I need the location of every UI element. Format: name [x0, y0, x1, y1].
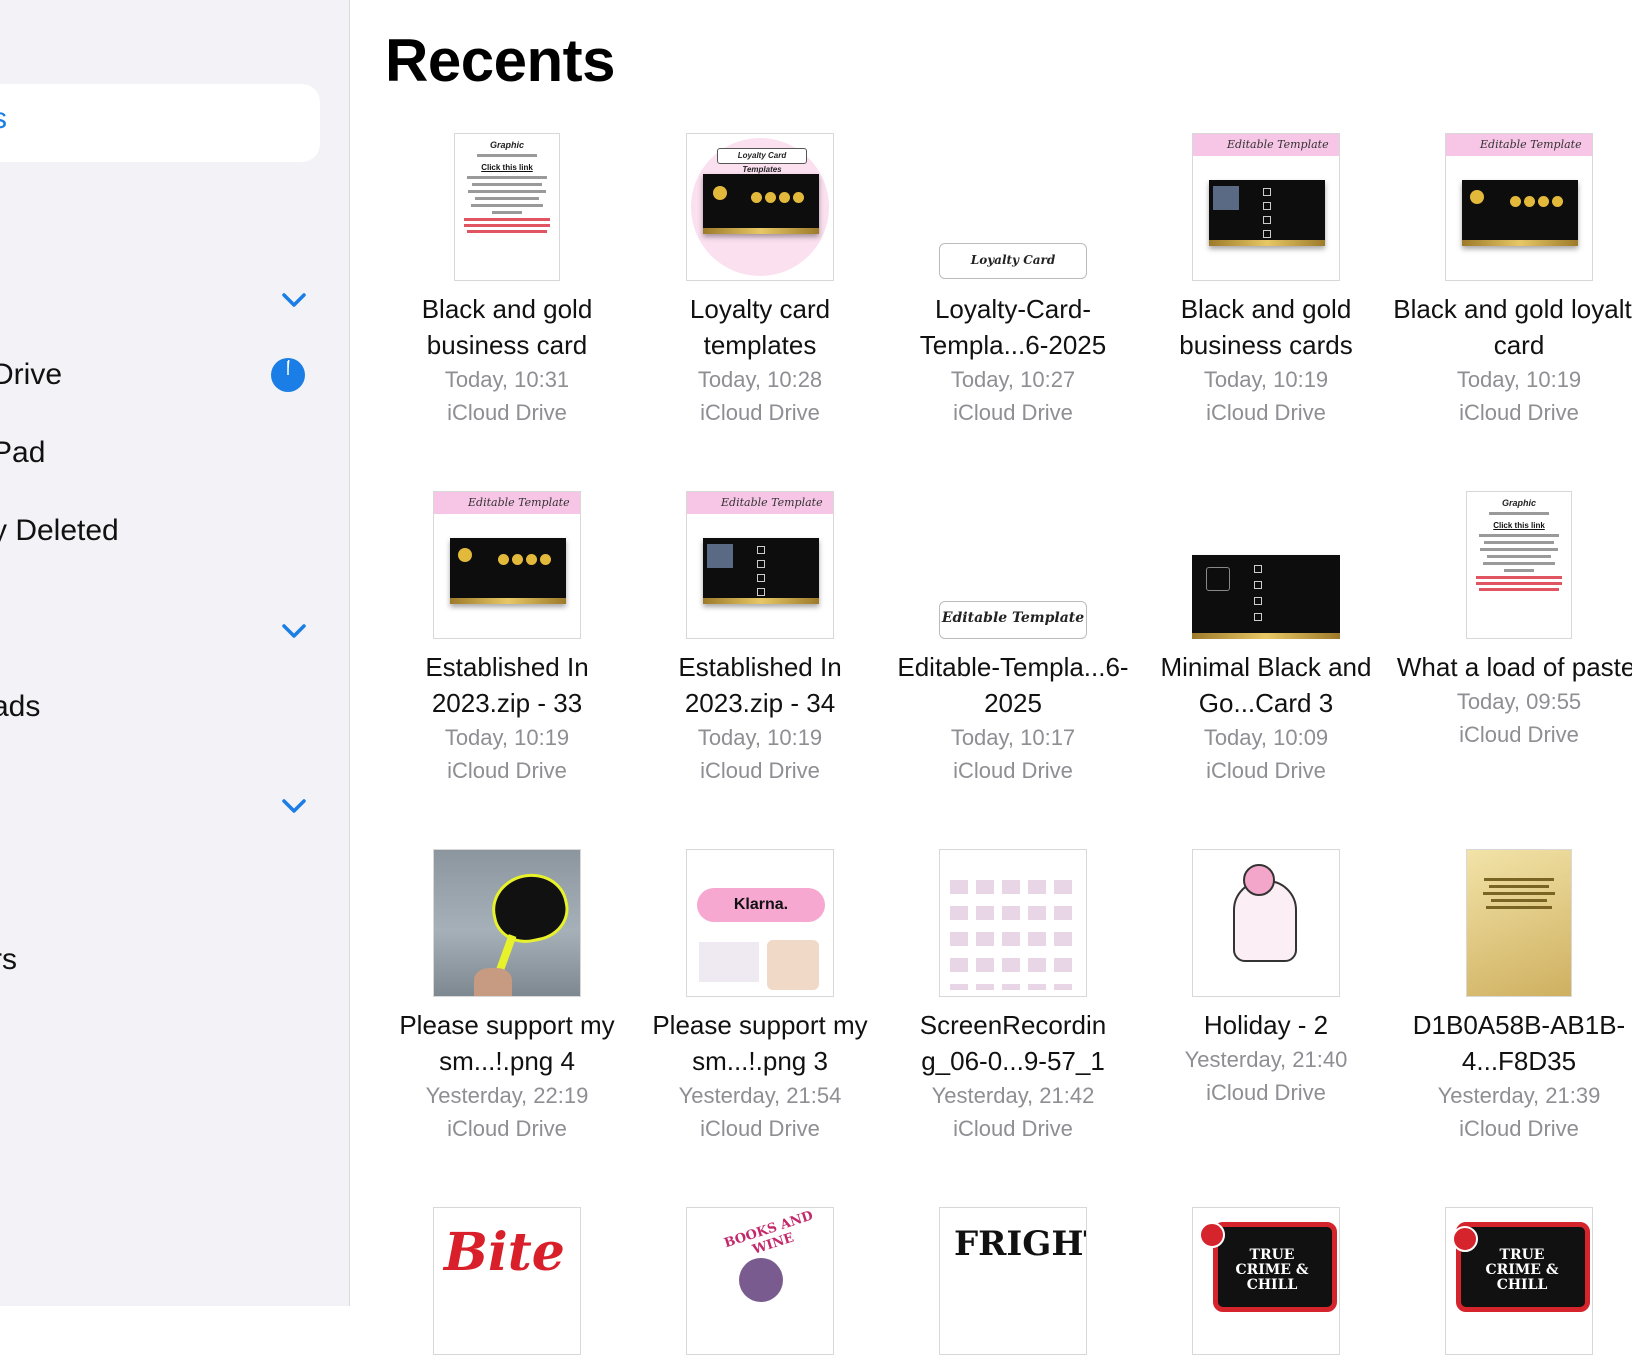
file-date: Today, 10:17: [950, 725, 1076, 750]
file-thumbnail: Graphic Click this link: [1466, 491, 1572, 639]
file-date: Today, 10:19: [444, 725, 570, 750]
file-tile[interactable]: Bite: [377, 1207, 637, 1355]
file-name: Black and gold business card: [421, 294, 593, 360]
file-tile[interactable]: Editable Template Editable-Templa...6-20…: [883, 491, 1143, 787]
file-name: D1B0A58B-AB1B-4...F8D35: [1412, 1010, 1626, 1076]
file-thumbnail: Editable Template: [939, 491, 1087, 639]
file-date: Yesterday, 21:42: [931, 1083, 1095, 1108]
file-location: iCloud Drive: [700, 1116, 820, 1141]
file-name: Please support my sm...!.png 3: [652, 1010, 868, 1076]
file-name: Black and gold business cards: [1179, 294, 1353, 360]
file-date: Today, 10:19: [697, 725, 823, 750]
file-thumbnail: Loyalty Card Templates: [939, 133, 1087, 281]
file-date: Today, 10:31: [444, 367, 570, 392]
file-tile[interactable]: Please support my sm...!.png 4 Yesterday…: [377, 849, 637, 1145]
file-thumbnail: Editable Template: [1445, 133, 1593, 281]
file-name: Editable-Templa...6-2025: [897, 652, 1129, 718]
file-name: Minimal Black and Go...Card 3: [1160, 652, 1372, 718]
file-name: Please support my sm...!.png 4: [399, 1010, 615, 1076]
file-date: Yesterday, 21:54: [678, 1083, 842, 1108]
file-tile[interactable]: Editable Template Established In 2023.zi…: [630, 491, 890, 787]
file-date: Yesterday, 21:40: [1184, 1047, 1348, 1072]
file-tile[interactable]: Loyalty Card Templates Loyalty card temp…: [630, 133, 890, 429]
file-tile[interactable]: D1B0A58B-AB1B-4...F8D35 Yesterday, 21:39…: [1389, 849, 1632, 1145]
sync-progress-icon: [270, 357, 306, 393]
file-thumbnail: [939, 849, 1087, 997]
file-name: Loyalty-Card-Templa...6-2025: [919, 294, 1107, 360]
file-location: iCloud Drive: [953, 1116, 1073, 1141]
sidebar-item-tags[interactable]: rs: [0, 943, 17, 977]
file-date: Today, 10:28: [697, 367, 823, 392]
file-location: iCloud Drive: [1459, 722, 1579, 747]
file-tile[interactable]: Klarna. Please support my sm...!.png 3 Y…: [630, 849, 890, 1145]
file-tile[interactable]: TRUE CRIME & CHILL: [1389, 1207, 1632, 1355]
file-name: Established In 2023.zip - 34: [678, 652, 842, 718]
chevron-down-icon[interactable]: [281, 621, 307, 641]
file-date: Today, 10:09: [1203, 725, 1329, 750]
page-title: Recents: [385, 27, 615, 94]
file-location: iCloud Drive: [700, 758, 820, 783]
file-thumbnail: [433, 849, 581, 997]
file-location: iCloud Drive: [1459, 1116, 1579, 1141]
file-name: Established In 2023.zip - 33: [425, 652, 589, 718]
file-tile[interactable]: Holiday - 2 Yesterday, 21:40 iCloud Driv…: [1136, 849, 1396, 1109]
file-thumbnail: Editable Template: [433, 491, 581, 639]
file-location: iCloud Drive: [953, 400, 1073, 425]
file-date: Today, 10:19: [1456, 367, 1582, 392]
file-name: Holiday - 2: [1203, 1010, 1329, 1040]
sidebar-item-recently-deleted[interactable]: y Deleted: [0, 514, 119, 548]
file-thumbnail: Bite: [433, 1207, 581, 1355]
file-tile[interactable]: Graphic Click this link Black and gold b…: [377, 133, 637, 429]
file-location: iCloud Drive: [447, 400, 567, 425]
file-date: Today, 10:19: [1203, 367, 1329, 392]
file-location: iCloud Drive: [1206, 400, 1326, 425]
file-date: Yesterday, 21:39: [1437, 1083, 1601, 1108]
file-thumbnail: TRUE CRIME & CHILL: [1445, 1207, 1593, 1355]
file-thumbnail: [1192, 491, 1340, 639]
file-location: iCloud Drive: [1206, 758, 1326, 783]
file-tile[interactable]: ScreenRecordin g_06-0...9-57_1 Yesterday…: [883, 849, 1143, 1145]
file-location: iCloud Drive: [700, 400, 820, 425]
file-tile[interactable]: TRUE CRIME & CHILL: [1136, 1207, 1396, 1355]
file-tile[interactable]: Minimal Black and Go...Card 3 Today, 10:…: [1136, 491, 1396, 787]
file-tile[interactable]: Editable Template Black and gold loyalty…: [1389, 133, 1632, 429]
sidebar-item-downloads[interactable]: ads: [0, 690, 40, 724]
sidebar-item-on-my-ipad[interactable]: Pad: [0, 436, 45, 470]
file-location: iCloud Drive: [447, 758, 567, 783]
file-tile[interactable]: Graphic Click this link What a load of p…: [1389, 491, 1632, 751]
file-tile[interactable]: FRIGHT: [883, 1207, 1143, 1355]
file-name: Loyalty card templates: [689, 294, 831, 360]
file-location: iCloud Drive: [1206, 1080, 1326, 1105]
file-thumbnail: TRUE CRIME & CHILL: [1192, 1207, 1340, 1355]
sidebar: s Drive Pad y Deleted ads rs: [0, 0, 350, 1306]
file-location: iCloud Drive: [1459, 400, 1579, 425]
file-thumbnail: Graphic Click this link: [454, 133, 560, 281]
sidebar-item-recents-label[interactable]: s: [0, 102, 7, 136]
file-thumbnail: FRIGHT: [939, 1207, 1087, 1355]
file-name: Black and gold loyalty card: [1393, 294, 1632, 360]
file-date: Yesterday, 22:19: [425, 1083, 589, 1108]
file-date: Today, 09:55: [1456, 689, 1582, 714]
file-thumbnail: BOOKS AND WINE: [686, 1207, 834, 1355]
file-location: iCloud Drive: [953, 758, 1073, 783]
file-thumbnail: [1466, 849, 1572, 997]
chevron-down-icon[interactable]: [281, 290, 307, 310]
file-thumbnail: Editable Template: [686, 491, 834, 639]
file-date: Today, 10:27: [950, 367, 1076, 392]
file-name: ScreenRecordin g_06-0...9-57_1: [919, 1010, 1107, 1076]
file-thumbnail: Klarna.: [686, 849, 834, 997]
chevron-down-icon[interactable]: [281, 796, 307, 816]
sidebar-item-icloud-drive[interactable]: Drive: [0, 358, 62, 392]
file-tile[interactable]: BOOKS AND WINE: [630, 1207, 890, 1355]
main-content: Recents Graphic Click this link Black an…: [350, 0, 1632, 1355]
file-thumbnail: Editable Template: [1192, 133, 1340, 281]
file-tile[interactable]: Loyalty Card Templates Loyalty-Card-Temp…: [883, 133, 1143, 429]
file-name: What a load of pastel: [1396, 652, 1632, 682]
file-thumbnail: Loyalty Card Templates: [686, 133, 834, 281]
file-location: iCloud Drive: [447, 1116, 567, 1141]
sidebar-item-recents-selected[interactable]: [0, 84, 320, 162]
file-tile[interactable]: Editable Template Black and gold busines…: [1136, 133, 1396, 429]
file-tile[interactable]: Editable Template Established In 2023.zi…: [377, 491, 637, 787]
file-thumbnail: [1192, 849, 1340, 997]
